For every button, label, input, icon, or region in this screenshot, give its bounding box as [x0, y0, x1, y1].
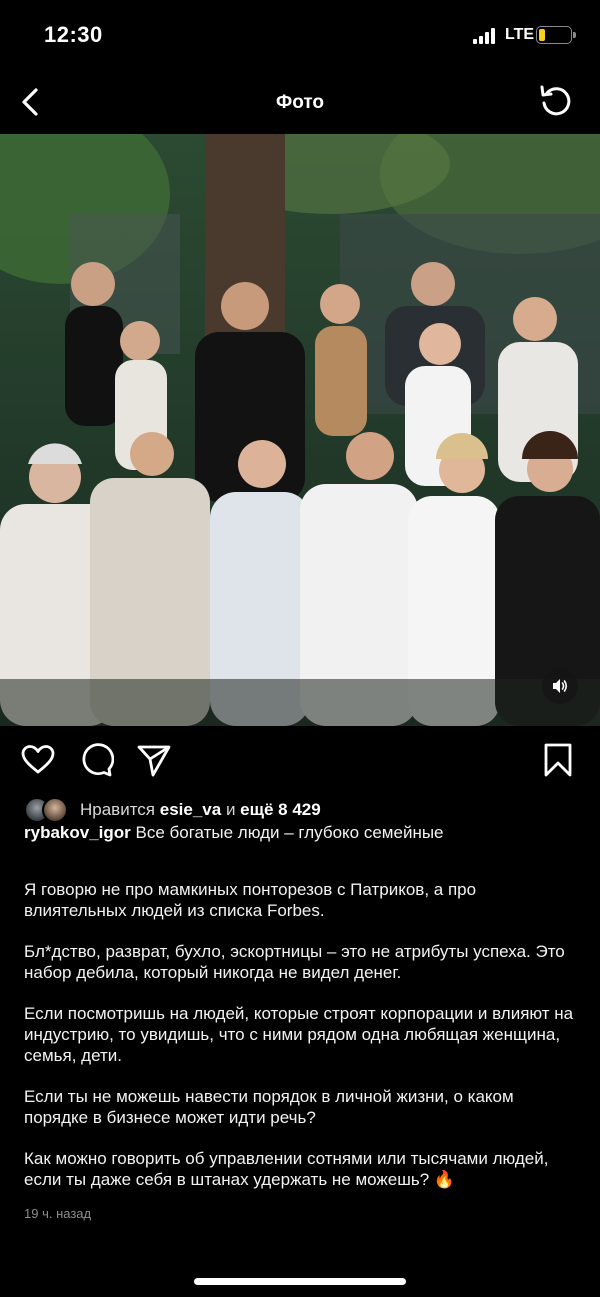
caption-headline: Все богатые люди – глубоко семейные — [135, 823, 444, 842]
post-caption: rybakov_igor Все богатые люди – глубоко … — [24, 822, 580, 1190]
home-indicator[interactable] — [194, 1278, 406, 1285]
comment-icon — [82, 743, 115, 777]
refresh-icon — [540, 85, 571, 116]
likes-conjunction: и — [225, 800, 236, 819]
post-actions — [0, 740, 600, 784]
bookmark-icon — [544, 743, 572, 777]
caption-first-line: rybakov_igor Все богатые люди – глубоко … — [24, 822, 580, 843]
likes-prefix: Нравится — [80, 800, 156, 819]
caption-username[interactable]: rybakov_igor — [24, 823, 131, 842]
post-photo[interactable] — [0, 134, 600, 726]
fire-emoji: 🔥 — [433, 1170, 456, 1189]
caption-paragraph: Я говорю не про мамкиных понторезов с Па… — [24, 880, 477, 920]
save-button[interactable] — [540, 742, 576, 778]
send-icon — [137, 745, 171, 777]
status-bar: 12:30 LTE — [0, 0, 600, 72]
share-button[interactable] — [136, 742, 172, 778]
battery-icon — [536, 26, 576, 44]
post-timestamp: 19 ч. назад — [24, 1206, 92, 1221]
caption-paragraph: Если ты не можешь навести порядок в личн… — [24, 1087, 514, 1127]
sound-toggle-button[interactable] — [542, 668, 578, 704]
page-title: Фото — [275, 92, 324, 113]
caption-paragraph: Бл*дство, разврат, бухло, эскортницы – э… — [24, 942, 565, 982]
heart-icon — [21, 745, 55, 774]
refresh-button[interactable] — [538, 83, 574, 119]
status-time: 12:30 — [44, 22, 103, 47]
speaker-icon — [553, 679, 568, 693]
liker-username[interactable]: esie_va — [160, 800, 221, 820]
signal-icon — [473, 28, 499, 44]
likes-summary[interactable]: Нравится esie_va и ещё 8 429 — [24, 796, 321, 824]
caption-paragraph-last: Как можно говорить об управлении сотнями… — [24, 1148, 580, 1190]
family-group-photo — [0, 134, 600, 726]
network-type: LTE — [505, 26, 535, 43]
caption-paragraph: Как можно говорить об управлении сотнями… — [24, 1149, 549, 1189]
liker-avatars — [24, 797, 70, 823]
like-button[interactable] — [20, 742, 56, 778]
avatar — [42, 797, 68, 823]
instagram-photo-screen: 12:30 LTE Фото Нравится esie_va и ещё 8 … — [0, 0, 600, 1297]
caption-paragraph: Если посмотришь на людей, которые строят… — [24, 1004, 574, 1065]
comment-button[interactable] — [78, 742, 115, 778]
likes-count[interactable]: ещё 8 429 — [240, 800, 321, 820]
top-nav: Фото — [0, 72, 600, 134]
